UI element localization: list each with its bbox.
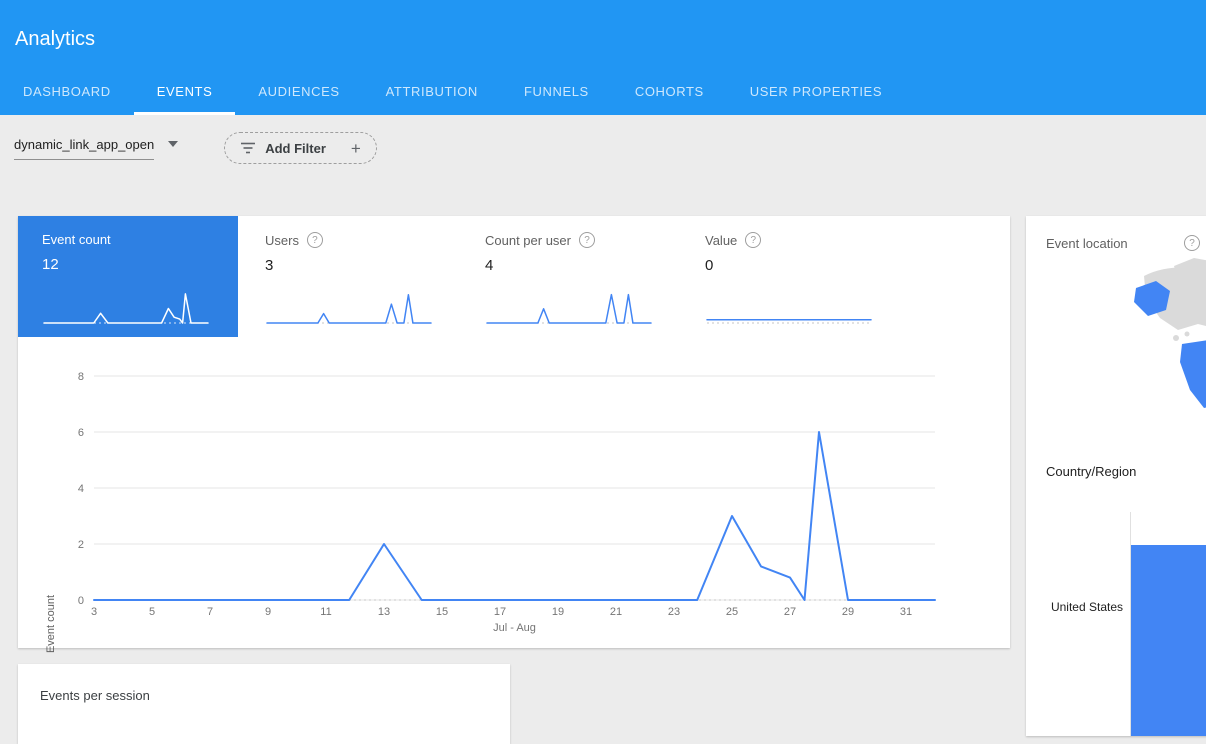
metric-tile-users[interactable]: Users ? 3 (256, 216, 476, 337)
metric-tile-event-count[interactable]: Event count 12 (18, 216, 238, 337)
svg-text:3: 3 (91, 606, 97, 618)
metric-value: 3 (265, 257, 476, 274)
country-bar-label: United States (1026, 600, 1123, 614)
svg-text:29: 29 (842, 606, 854, 618)
event-selector-value: dynamic_link_app_open (14, 137, 154, 160)
svg-text:5: 5 (149, 606, 155, 618)
svg-text:17: 17 (494, 606, 506, 618)
country-bar-united-states[interactable] (1131, 545, 1206, 736)
event-count-line-chart: Event count 0246835791113151719212325272… (18, 360, 1010, 648)
app-header: Analytics DASHBOARD EVENTS AUDIENCES ATT… (0, 0, 1206, 115)
tab-cohorts[interactable]: COHORTS (612, 70, 727, 115)
metric-label: Event count (42, 232, 111, 247)
svg-text:7: 7 (207, 606, 213, 618)
tab-audiences[interactable]: AUDIENCES (235, 70, 362, 115)
tab-funnels[interactable]: FUNNELS (501, 70, 612, 115)
svg-text:27: 27 (784, 606, 796, 618)
value-sparkline (705, 285, 873, 331)
add-filter-label: Add Filter (265, 141, 326, 156)
svg-text:8: 8 (78, 371, 84, 383)
svg-text:4: 4 (78, 483, 84, 495)
event-location-card: Event location ? Country/Region United S… (1026, 216, 1206, 736)
metric-label: Users (265, 233, 299, 248)
event-selector-dropdown[interactable]: dynamic_link_app_open (14, 137, 178, 160)
metric-tile-value[interactable]: Value ? 0 (696, 216, 916, 337)
svg-text:13: 13 (378, 606, 390, 618)
plus-icon: + (351, 140, 361, 157)
tab-attribution[interactable]: ATTRIBUTION (363, 70, 501, 115)
metric-value: 0 (705, 257, 916, 274)
svg-text:9: 9 (265, 606, 271, 618)
event-count-sparkline (42, 285, 210, 331)
svg-text:11: 11 (320, 606, 331, 618)
nav-tabs: DASHBOARD EVENTS AUDIENCES ATTRIBUTION F… (0, 70, 905, 115)
svg-text:31: 31 (900, 606, 912, 618)
metric-label: Value (705, 233, 737, 248)
metric-value: 4 (485, 257, 696, 274)
events-overview-card: Event count 12 Users ? 3 Count per user … (18, 216, 1010, 648)
map-united-states-shape[interactable] (1180, 338, 1206, 408)
metric-value: 12 (42, 256, 238, 273)
filter-icon (240, 141, 256, 155)
events-per-session-card: Events per session (18, 664, 510, 744)
map-island-dot (1185, 332, 1190, 337)
country-region-label: Country/Region (1046, 464, 1136, 479)
tab-events[interactable]: EVENTS (134, 70, 236, 115)
svg-text:2: 2 (78, 539, 84, 551)
metric-label: Count per user (485, 233, 571, 248)
metric-tile-count-per-user[interactable]: Count per user ? 4 (476, 216, 696, 337)
dropdown-caret-icon (168, 141, 178, 147)
app-title: Analytics (15, 28, 95, 51)
svg-text:15: 15 (436, 606, 448, 618)
help-icon[interactable]: ? (745, 232, 761, 248)
tab-user-properties[interactable]: USER PROPERTIES (727, 70, 905, 115)
add-filter-button[interactable]: Add Filter + (224, 132, 377, 164)
help-icon[interactable]: ? (1184, 235, 1200, 251)
event-location-title: Event location (1046, 236, 1128, 251)
tab-dashboard[interactable]: DASHBOARD (0, 70, 134, 115)
svg-text:6: 6 (78, 427, 84, 439)
svg-text:Jul - Aug: Jul - Aug (493, 622, 536, 634)
help-icon[interactable]: ? (579, 232, 595, 248)
svg-text:21: 21 (610, 606, 622, 618)
svg-text:0: 0 (78, 595, 84, 607)
users-sparkline (265, 285, 433, 331)
events-per-session-title: Events per session (18, 664, 510, 703)
svg-text:19: 19 (552, 606, 564, 618)
count-per-user-sparkline (485, 285, 653, 331)
world-map (1026, 256, 1206, 456)
svg-text:23: 23 (668, 606, 680, 618)
event-count-chart-canvas: 0 2 4 6 8 3 5 7 9 11 13 15 17 19 21 23 25 27 29 31 Jul - Aug (18, 360, 1010, 648)
svg-text:25: 25 (726, 606, 738, 618)
filter-bar: dynamic_link_app_open Add Filter + (14, 132, 377, 164)
map-island-dot (1173, 335, 1179, 341)
help-icon[interactable]: ? (307, 232, 323, 248)
